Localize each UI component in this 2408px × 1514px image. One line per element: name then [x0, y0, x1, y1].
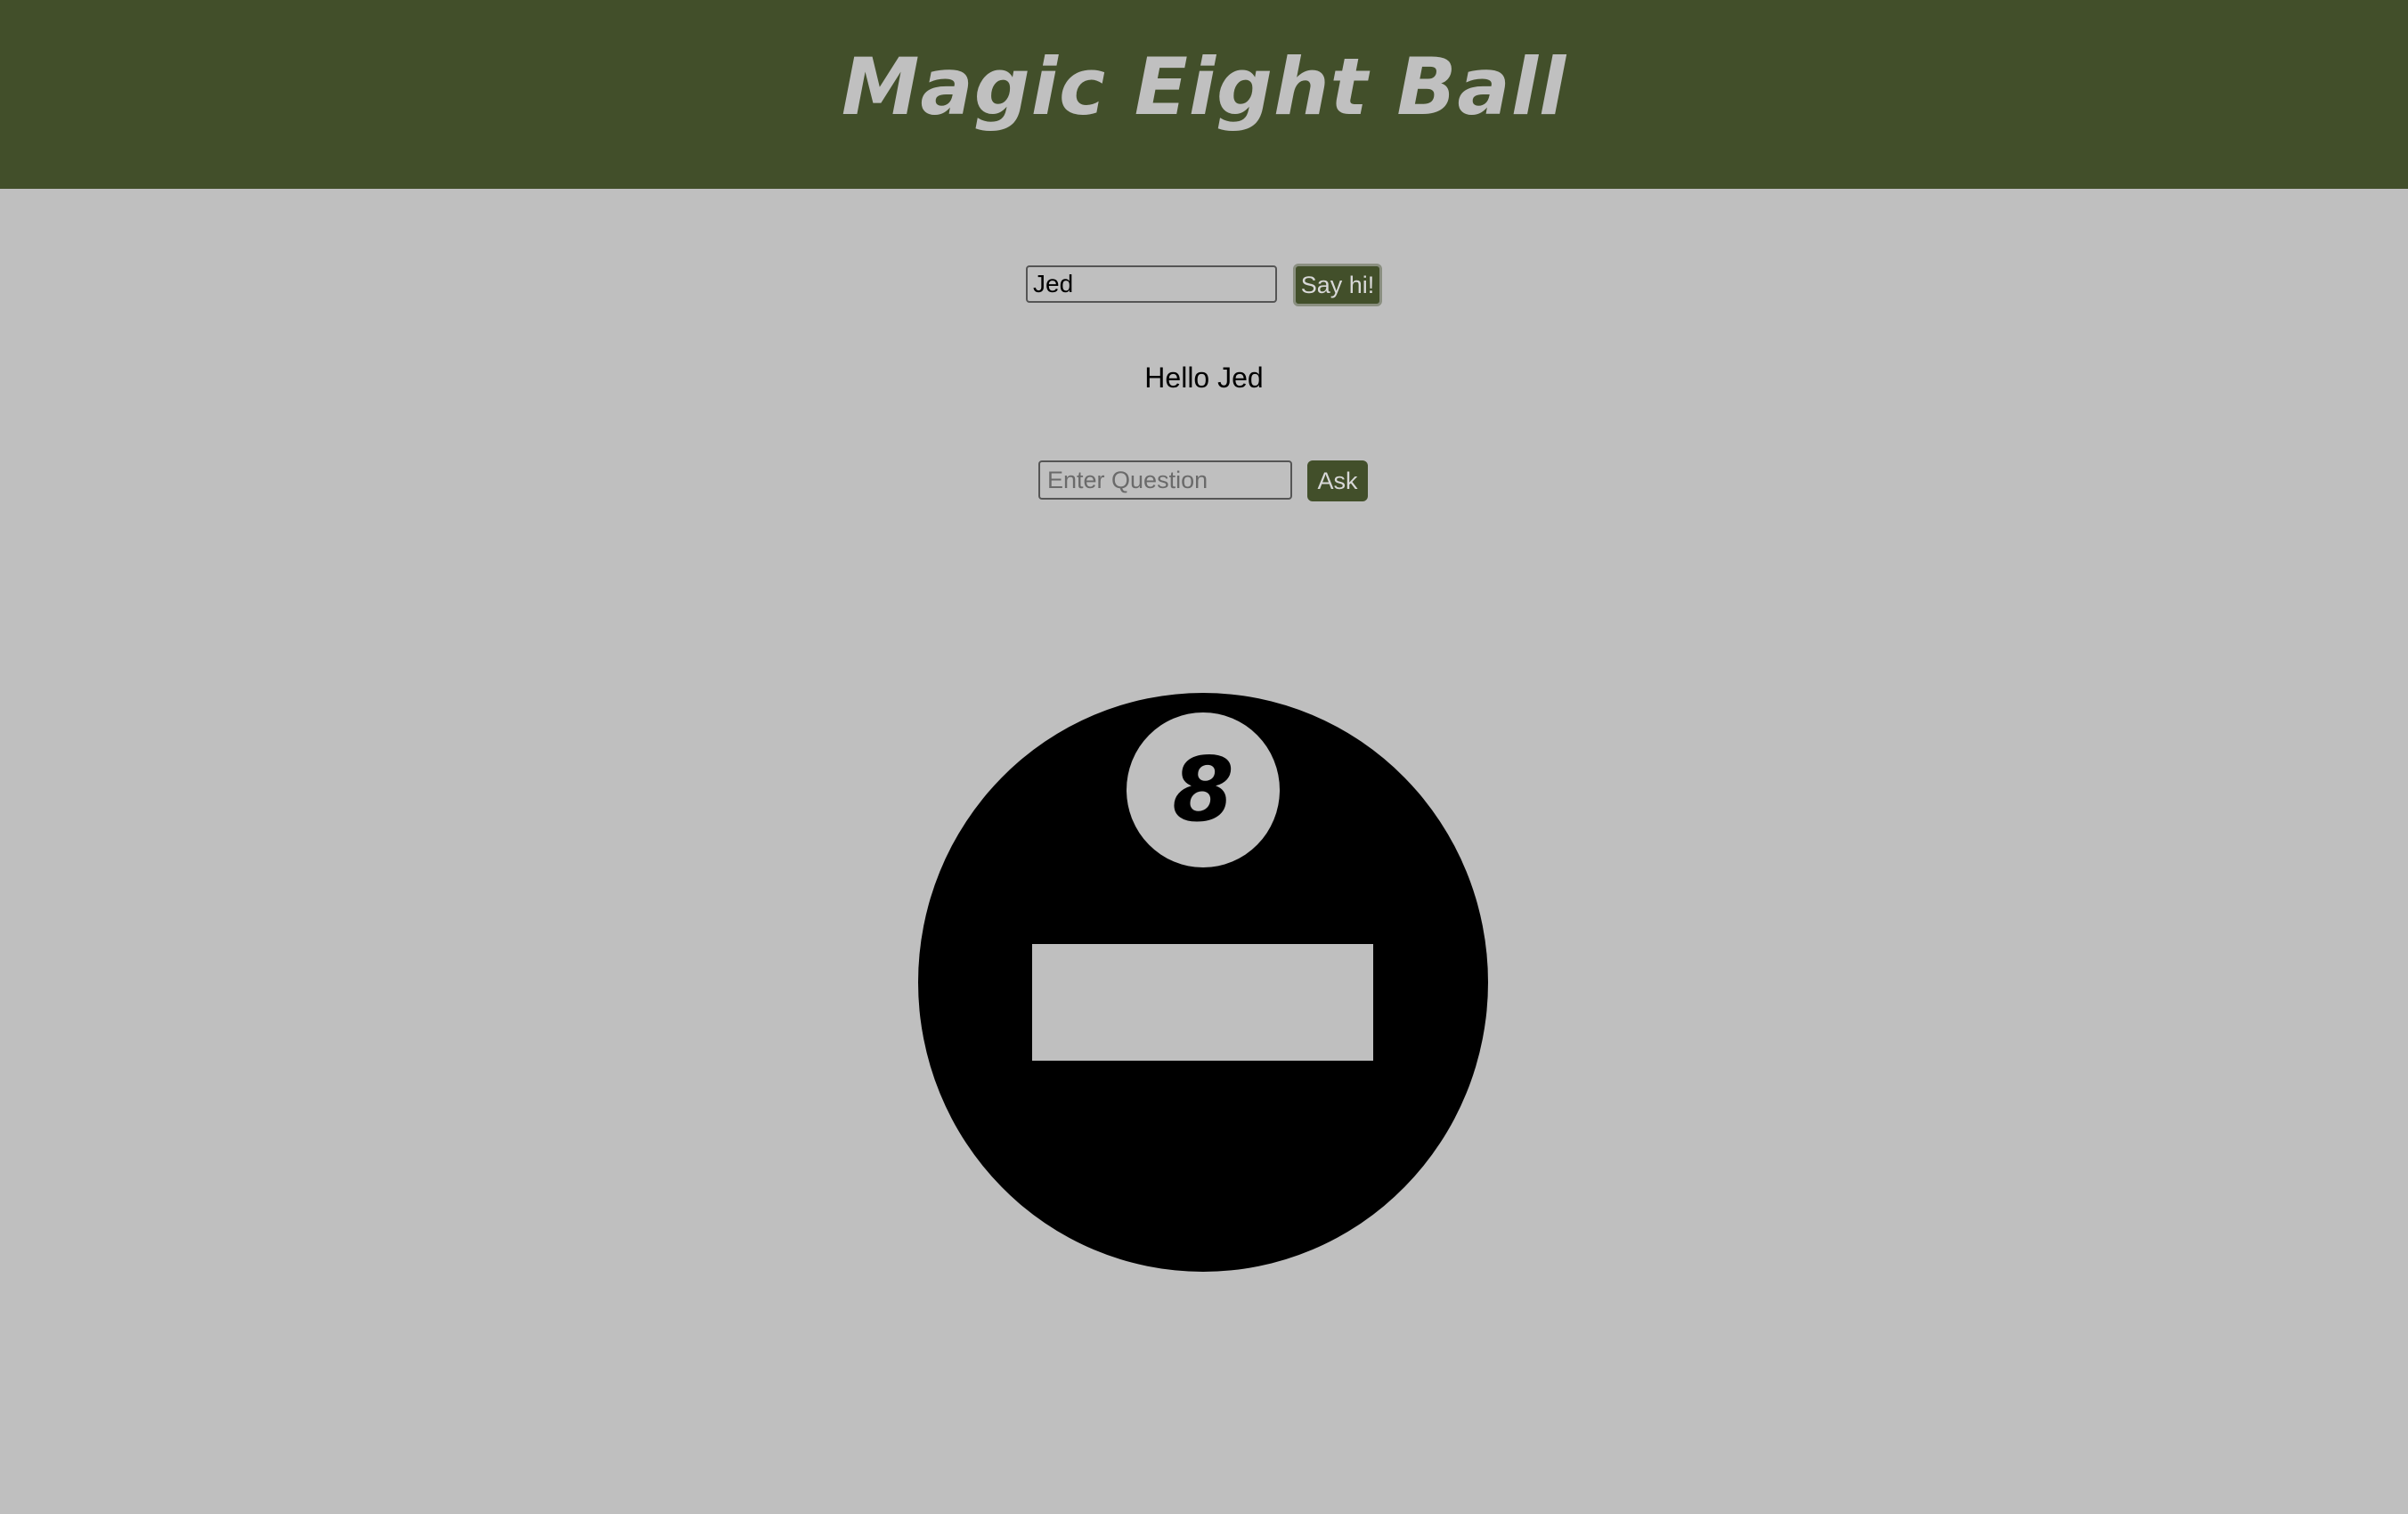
page-title: Magic Eight Ball: [841, 41, 1567, 133]
eight-ball-number-circle: 8: [1127, 712, 1280, 867]
greeting-text: Hello Jed: [1144, 362, 1264, 394]
say-hi-button[interactable]: Say hi!: [1293, 264, 1382, 306]
answer-window: [1032, 944, 1373, 1061]
question-input[interactable]: [1038, 460, 1292, 500]
ask-button[interactable]: Ask: [1307, 460, 1368, 501]
eight-ball[interactable]: 8: [918, 693, 1488, 1272]
eight-ball-number: 8: [1172, 737, 1234, 842]
name-input[interactable]: [1026, 265, 1277, 303]
page-header: Magic Eight Ball: [0, 0, 2408, 189]
